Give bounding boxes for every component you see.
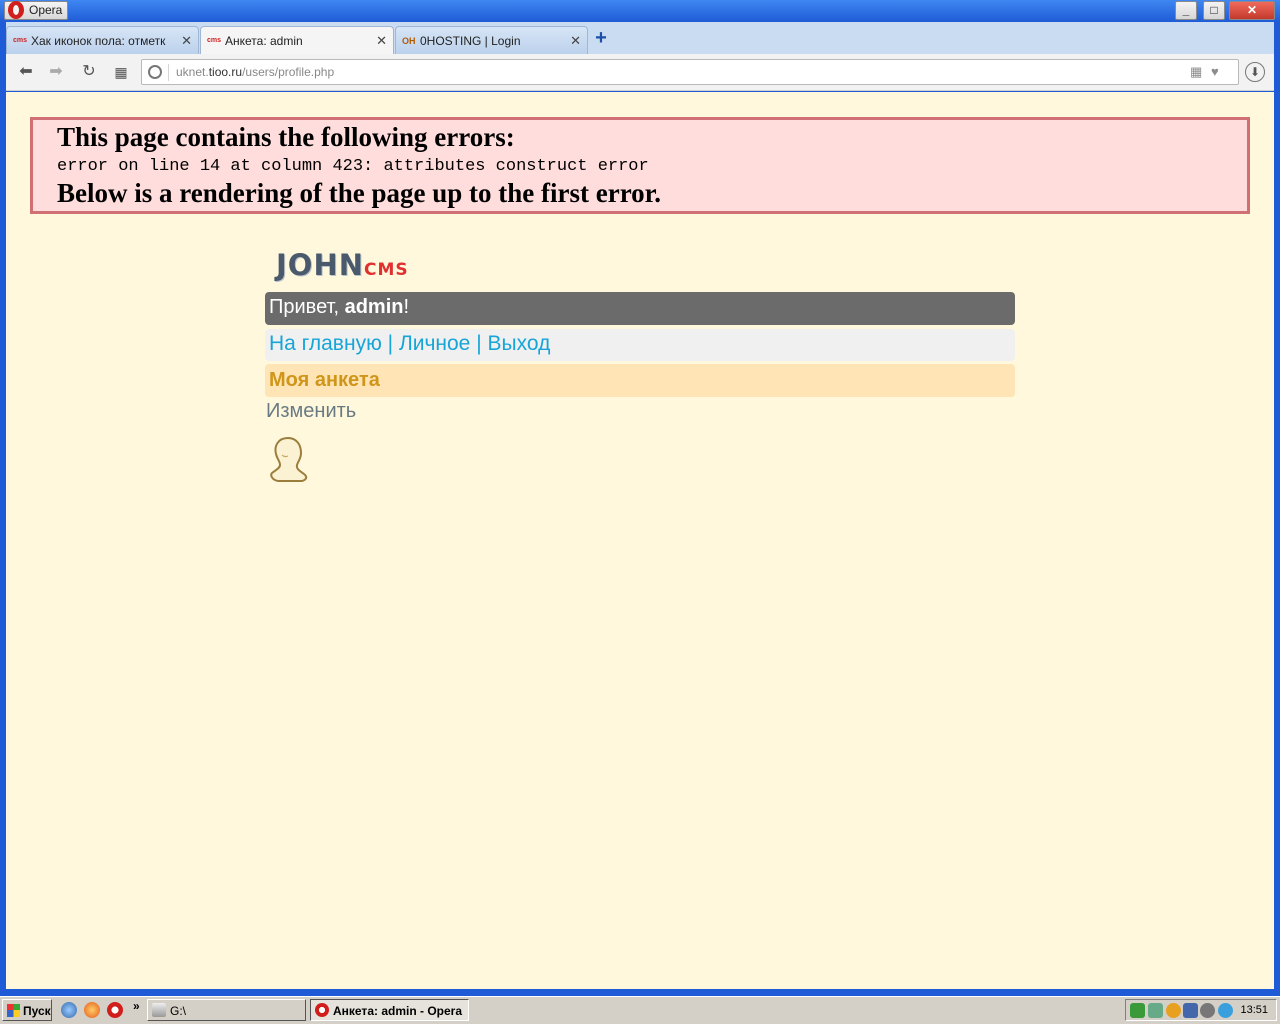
- start-label: Пуск: [23, 1004, 51, 1018]
- tab-close-icon[interactable]: ✕: [570, 33, 581, 49]
- url-separator: [168, 64, 169, 81]
- task-label: G:\: [170, 1004, 187, 1018]
- user-menu-bar: На главную | Личное | Выход: [265, 329, 1015, 361]
- speed-dial-grid-icon[interactable]: ▦: [109, 62, 133, 82]
- address-toolbar: ⬅ ➡ ↻ ▦ uknet.tioo.ru/users/profile.php …: [6, 54, 1274, 91]
- url-host: tioo.ru: [208, 65, 243, 79]
- windows-logo-icon: [7, 1004, 20, 1017]
- greeting-username: admin: [344, 296, 404, 318]
- network-quicklaunch-icon[interactable]: [61, 1002, 77, 1018]
- updates-tray-icon[interactable]: [1166, 1003, 1181, 1018]
- downloads-icon[interactable]: ⬇: [1245, 62, 1265, 82]
- close-window-button[interactable]: ✕: [1229, 1, 1275, 20]
- minimize-button[interactable]: _: [1175, 1, 1197, 20]
- error-footer: Below is a rendering of the page up to t…: [57, 178, 661, 208]
- avatar-placeholder-icon: [270, 436, 308, 482]
- back-arrow-icon[interactable]: ⬅: [14, 62, 38, 82]
- task-explorer-g[interactable]: G:\: [147, 999, 306, 1021]
- error-detail: error on line 14 at column 423: attribut…: [57, 157, 649, 176]
- edit-profile-link[interactable]: Изменить: [266, 400, 356, 423]
- sync-tray-icon[interactable]: [1218, 1003, 1233, 1018]
- tab-bar: cms Хак иконок пола: отметк ✕ cms Анкета…: [6, 22, 1274, 54]
- opera-logo-icon: [8, 1, 24, 19]
- johncms-logo[interactable]: JOHNCMS: [276, 248, 409, 282]
- start-button[interactable]: Пуск: [2, 999, 52, 1021]
- cms-favicon-icon: cms: [13, 37, 28, 44]
- firefox-quicklaunch-icon[interactable]: [84, 1002, 100, 1018]
- volume-tray-icon[interactable]: [1200, 1003, 1215, 1018]
- bookmark-heart-icon[interactable]: ♥: [1211, 64, 1219, 79]
- url-text[interactable]: uknet.tioo.ru/users/profile.php: [176, 65, 334, 79]
- taskbar: Пуск » G:\ Анкета: admin - Opera 13:51: [0, 996, 1280, 1024]
- reload-icon[interactable]: ↻: [77, 62, 101, 82]
- disconnected-network-tray-icon[interactable]: [1183, 1003, 1198, 1018]
- tab-title: Хак иконок пола: отметк: [31, 34, 166, 48]
- greeting-suffix: !: [403, 296, 410, 318]
- security-tray-icon[interactable]: [1148, 1003, 1163, 1018]
- new-tab-icon[interactable]: +: [592, 28, 610, 48]
- menu-separator: |: [381, 332, 399, 355]
- opera-quicklaunch-icon[interactable]: [107, 1002, 123, 1018]
- xml-error-box: This page contains the following errors:…: [30, 117, 1250, 214]
- tab-title: 0HOSTING | Login: [420, 34, 521, 48]
- url-subdomain: uknet.: [176, 65, 209, 79]
- page-viewport: This page contains the following errors:…: [6, 92, 1274, 989]
- title-bar: Opera _ □ ✕: [0, 0, 1280, 22]
- page-info-icon[interactable]: [148, 65, 162, 79]
- maximize-button[interactable]: □: [1203, 1, 1225, 20]
- menu-separator: |: [470, 332, 488, 355]
- browser-window: Opera _ □ ✕ cms Хак иконок пола: отметк …: [0, 0, 1280, 996]
- tab-gender-icons[interactable]: cms Хак иконок пола: отметк ✕: [6, 26, 199, 54]
- tab-0hosting-login[interactable]: OH 0HOSTING | Login ✕: [395, 26, 588, 54]
- opera-menu-label: Opera: [29, 3, 63, 17]
- hosting-favicon-icon: OH: [402, 36, 416, 46]
- quicklaunch-chevron-icon[interactable]: »: [133, 999, 140, 1013]
- greeting-bar: Привет, admin!: [265, 292, 1015, 325]
- greeting-prefix: Привет,: [269, 296, 345, 318]
- menu-personal-link[interactable]: Личное: [399, 332, 470, 355]
- network-tray-icon[interactable]: [1130, 1003, 1145, 1018]
- address-field[interactable]: uknet.tioo.ru/users/profile.php ▦ ♥: [141, 59, 1239, 85]
- speed-dial-add-icon[interactable]: ▦: [1190, 64, 1202, 80]
- tab-close-icon[interactable]: ✕: [181, 33, 192, 49]
- forward-arrow-icon[interactable]: ➡: [44, 62, 68, 82]
- menu-home-link[interactable]: На главную: [269, 332, 382, 355]
- task-label: Анкета: admin - Opera: [333, 1004, 462, 1018]
- error-heading: This page contains the following errors:: [57, 122, 515, 152]
- url-path: /users/profile.php: [242, 65, 335, 79]
- cms-favicon-icon: cms: [207, 37, 222, 44]
- opera-menu-button[interactable]: Opera: [4, 1, 68, 20]
- tab-close-icon[interactable]: ✕: [376, 33, 387, 49]
- menu-logout-link[interactable]: Выход: [488, 332, 551, 355]
- tab-title: Анкета: admin: [225, 34, 303, 48]
- logo-main-text: JOHN: [276, 248, 364, 282]
- logo-sub-text: CMS: [363, 260, 409, 280]
- opera-task-icon: [315, 1003, 329, 1017]
- drive-icon: [152, 1003, 166, 1017]
- tab-profile-admin[interactable]: cms Анкета: admin ✕: [200, 26, 394, 54]
- system-tray: 13:51: [1125, 999, 1277, 1021]
- task-opera-profile[interactable]: Анкета: admin - Opera: [310, 999, 469, 1021]
- section-title: Моя анкета: [265, 364, 1015, 397]
- clock: 13:51: [1240, 1004, 1268, 1016]
